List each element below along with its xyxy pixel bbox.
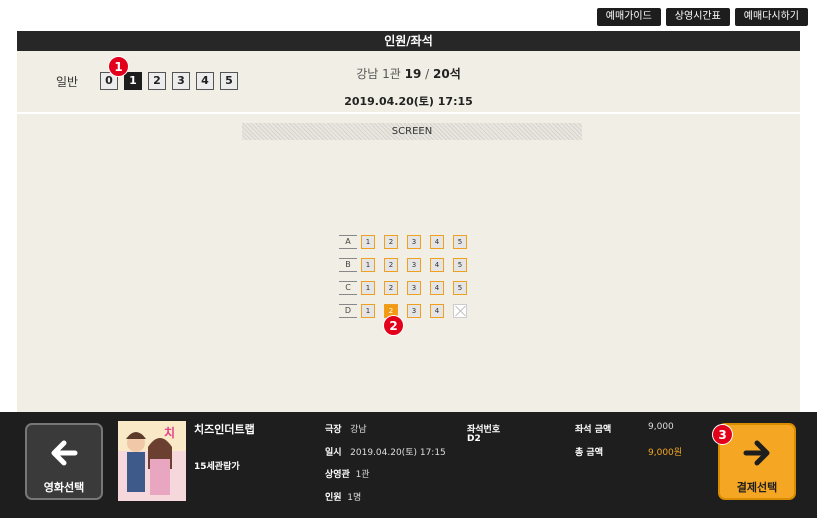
movie-rating: 15세관람가	[194, 462, 240, 472]
seat[interactable]: 2	[384, 234, 398, 249]
detail-people-val: 1명	[347, 493, 362, 503]
detail-datetime-key: 일시	[325, 448, 342, 458]
seat[interactable]: 2	[384, 257, 398, 272]
prev-step-label: 영화선택	[43, 481, 85, 494]
detail-people: 인원 1명	[325, 490, 361, 503]
section-header: 인원/좌석	[17, 31, 800, 51]
movie-poster: 치	[118, 421, 186, 501]
screen-indicator: SCREEN	[242, 123, 582, 140]
seat[interactable]: 1	[361, 257, 375, 272]
row-label: D	[339, 303, 357, 318]
seat-row: C12345	[339, 276, 476, 299]
row-label: A	[339, 234, 357, 249]
seat[interactable]: 5	[453, 257, 467, 272]
seat[interactable]: 4	[430, 257, 444, 272]
prev-step-button[interactable]: 영화선택	[25, 423, 103, 500]
seat[interactable]: 1	[361, 280, 375, 295]
seat-number-val: D2	[467, 434, 481, 444]
detail-hall-key: 상영관	[325, 470, 350, 480]
step-marker-1: 1	[108, 56, 129, 77]
seat-map: A12345B12345C12345D1234	[339, 230, 476, 322]
detail-theater-key: 극장	[325, 425, 342, 435]
seat[interactable]: 4	[430, 234, 444, 249]
seat-row: A12345	[339, 230, 476, 253]
remaining-seats: 19	[404, 67, 422, 81]
next-step-label: 결제선택	[736, 481, 778, 494]
theater-info: 강남 1관 19 / 20석	[17, 65, 800, 82]
detail-hall: 상영관 1관	[325, 467, 370, 480]
step-marker-2: 2	[383, 315, 404, 336]
detail-datetime-val: 2019.04.20(토) 17:15	[350, 448, 446, 458]
detail-datetime: 일시 2019.04.20(토) 17:15	[325, 445, 446, 458]
detail-people-key: 인원	[325, 493, 342, 503]
booking-summary-bar: 영화선택 치 치즈인더트랩 15세관람가 극장 강남 일시 2019.04.20…	[0, 412, 817, 518]
seat-row: B12345	[339, 253, 476, 276]
total-seats: 20석	[433, 67, 461, 81]
row-label: C	[339, 280, 357, 295]
row-label: B	[339, 257, 357, 272]
detail-theater-val: 강남	[350, 425, 367, 435]
detail-theater: 극장 강남	[325, 422, 367, 435]
showtime-button[interactable]: 상영시간표	[665, 8, 730, 26]
seat[interactable]: 4	[430, 280, 444, 295]
seat[interactable]: 2	[384, 280, 398, 295]
seat-selection-panel: SCREEN A12345B12345C12345D1234	[17, 114, 800, 412]
booking-guide-button[interactable]: 예매가이드	[596, 8, 661, 26]
seat[interactable]: 5	[453, 234, 467, 249]
movie-title: 치즈인더트랩	[194, 423, 255, 436]
arrow-left-icon	[51, 440, 78, 466]
seat[interactable]: 3	[407, 257, 421, 272]
seat[interactable]: 3	[407, 303, 421, 318]
audience-info-panel: 일반 0 1 2 3 4 5 강남 1관 19 / 20석 2019.04.20…	[17, 51, 800, 113]
seat-unavailable	[453, 303, 467, 318]
seat-price-val: 9,000	[648, 422, 674, 432]
seat[interactable]: 4	[430, 303, 444, 318]
seat[interactable]: 1	[361, 234, 375, 249]
svg-text:치: 치	[164, 425, 175, 440]
seat[interactable]: 3	[407, 234, 421, 249]
total-price-key: 총 금액	[575, 448, 603, 458]
top-button-group: 예매가이드 상영시간표 예매다시하기	[596, 8, 808, 26]
screening-datetime: 2019.04.20(토) 17:15	[344, 95, 473, 108]
seat-price-key: 좌석 금액	[575, 425, 612, 435]
total-price-val: 9,000원	[648, 448, 683, 458]
seat-row: D1234	[339, 299, 476, 322]
arrow-right-icon	[743, 440, 770, 466]
theater-name: 강남 1관	[356, 67, 401, 81]
seat-separator: /	[425, 67, 430, 81]
step-marker-3: 3	[712, 424, 733, 445]
seat[interactable]: 1	[361, 303, 375, 318]
rebook-button[interactable]: 예매다시하기	[734, 8, 808, 26]
seat[interactable]: 5	[453, 280, 467, 295]
detail-hall-val: 1관	[355, 470, 370, 480]
seat[interactable]: 3	[407, 280, 421, 295]
